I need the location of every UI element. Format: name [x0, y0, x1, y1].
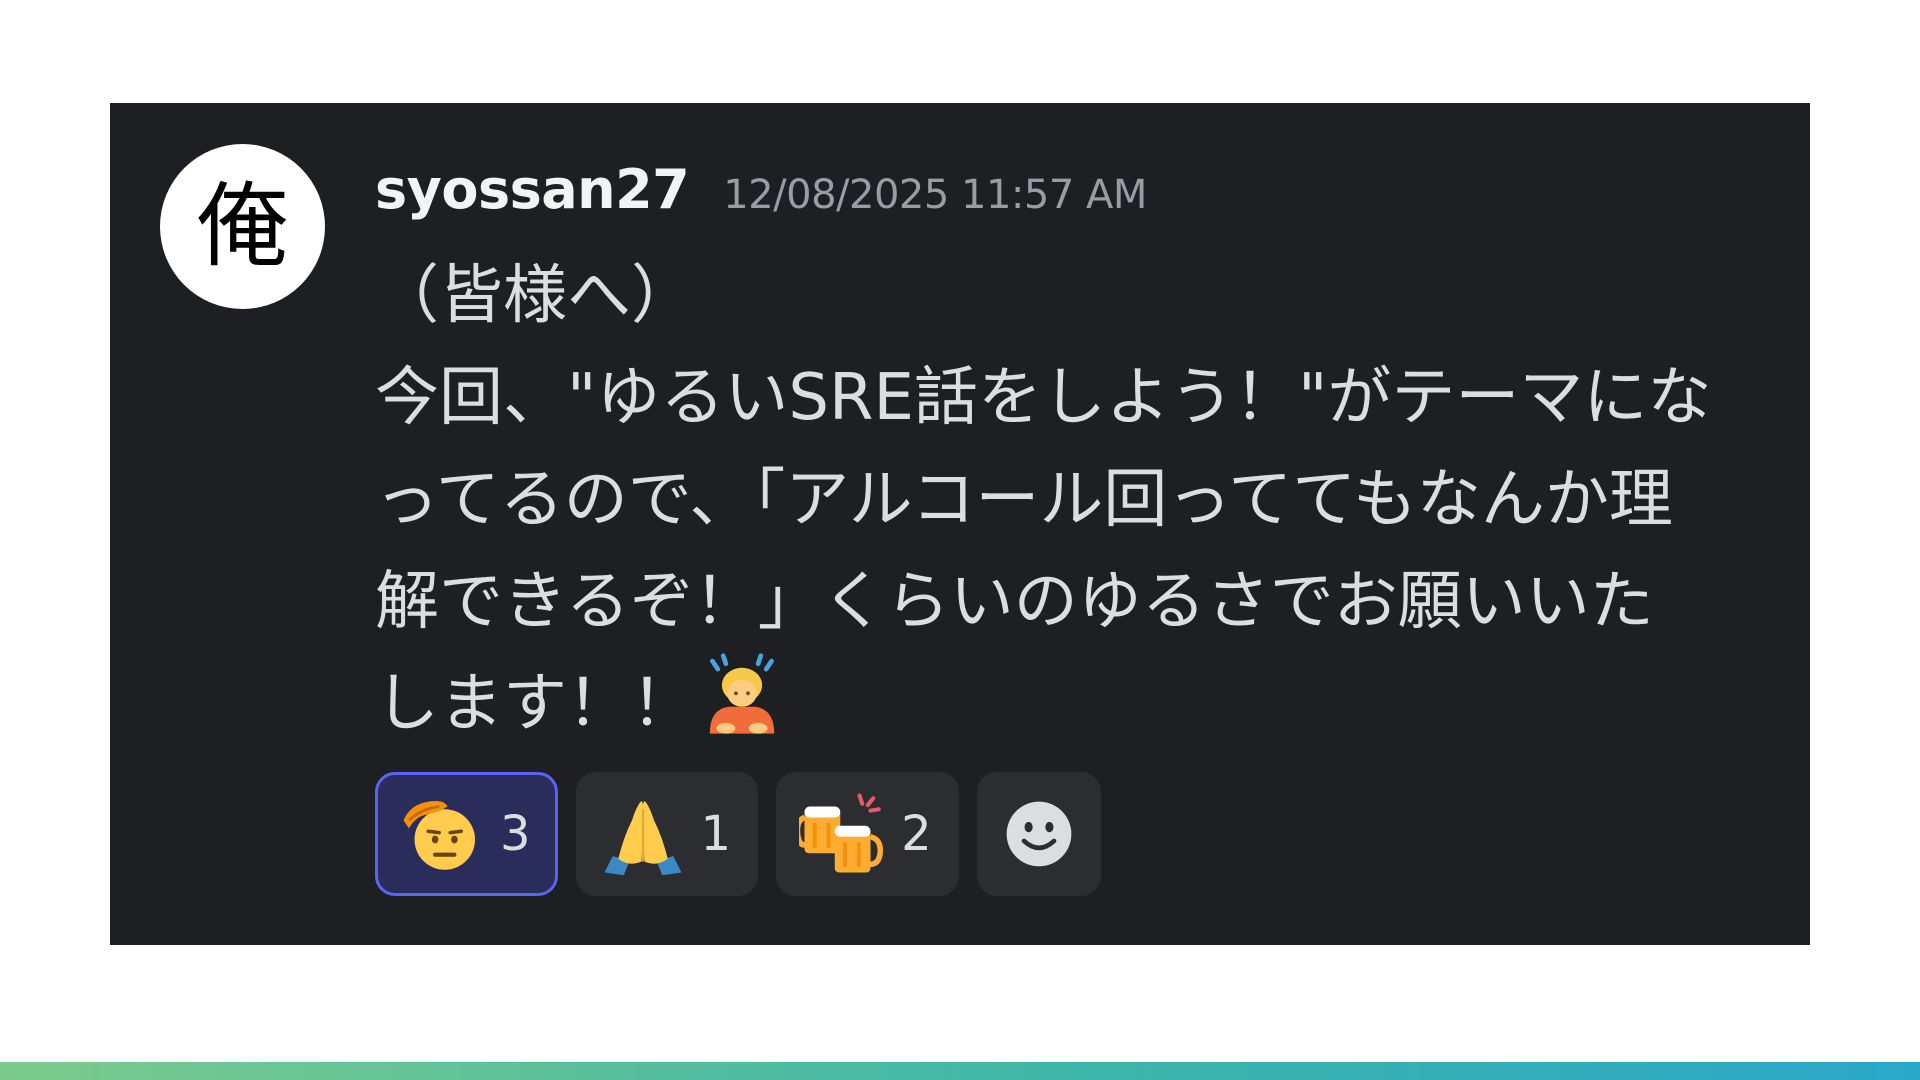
reaction-folded-hands[interactable]: 1: [575, 772, 759, 896]
message-line-4: します！！: [375, 653, 1765, 755]
folded-hands-icon: [604, 801, 682, 876]
add-reaction-button[interactable]: [976, 772, 1101, 896]
reaction-count: 1: [700, 806, 732, 862]
message-line-3: 解できるぞ！」くらいのゆるさでお願いいた: [375, 565, 1654, 639]
message-timestamp: 12/08/2025 11:57 AM: [723, 172, 1147, 218]
message-body: （皆様へ） 今回、"ゆるいSRE話をしよう！"がテーマにな ってるので、「アルコ…: [375, 245, 1765, 755]
message-header: syossan27 12/08/2025 11:57 AM: [375, 158, 1147, 221]
reaction-count: 3: [500, 806, 531, 862]
reaction-saluting-face[interactable]: 3: [375, 772, 558, 896]
message-line-4-text: します！！: [375, 667, 695, 741]
person-bowing-icon: [709, 653, 775, 734]
message-greeting: （皆様へ）: [375, 259, 695, 333]
message-card: 俺 syossan27 12/08/2025 11:57 AM （皆様へ） 今回…: [110, 103, 1810, 945]
user-avatar[interactable]: 俺: [160, 144, 325, 309]
saluting-face-icon: [403, 801, 475, 870]
bottom-accent-bar: [0, 1062, 1920, 1080]
add-reaction-smiley-icon: [1006, 801, 1072, 867]
username[interactable]: syossan27: [375, 158, 690, 221]
reaction-clinking-beer-mugs[interactable]: 2: [776, 772, 959, 896]
reaction-bar: 3 1 2: [375, 772, 1101, 896]
clinking-beer-mugs-icon: [799, 793, 884, 873]
reaction-count: 2: [901, 806, 932, 862]
message-line-1: 今回、"ゆるいSRE話をしよう！"がテーマにな: [375, 361, 1712, 435]
avatar-glyph: 俺: [196, 172, 289, 280]
message-line-2: ってるので、「アルコール回っててもなんか理: [375, 463, 1673, 537]
